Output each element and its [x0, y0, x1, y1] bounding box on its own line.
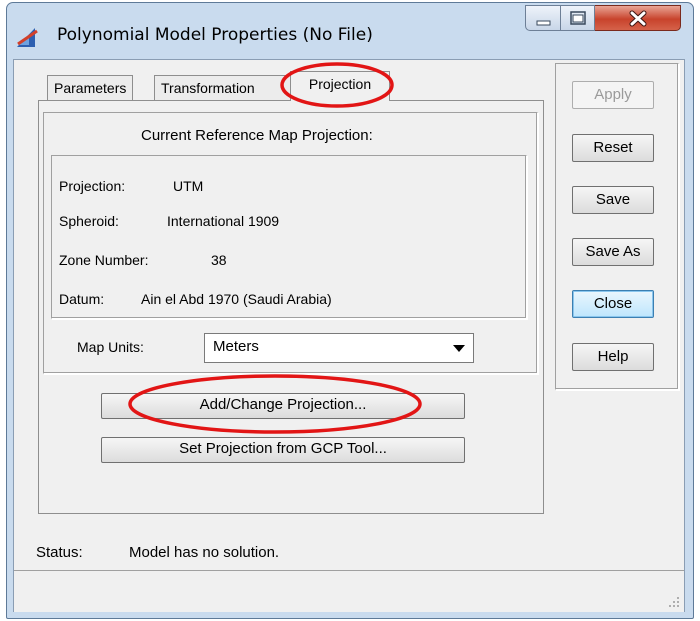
resize-grip-icon[interactable]	[668, 596, 680, 608]
projection-tab-panel: Current Reference Map Projection: Projec…	[38, 100, 544, 514]
zone-number-value: 38	[211, 252, 227, 268]
maximize-button[interactable]	[561, 5, 595, 31]
datum-value: Ain el Abd 1970 (Saudi Arabia)	[141, 291, 332, 307]
tab-parameters[interactable]: Parameters	[47, 75, 134, 101]
status-bar	[14, 570, 684, 612]
close-window-button[interactable]	[595, 5, 681, 31]
close-button[interactable]: Close	[572, 290, 654, 318]
projection-label: Projection:	[59, 178, 126, 194]
tab-transformation[interactable]: Transformation	[154, 75, 292, 101]
spheroid-label: Spheroid:	[59, 213, 119, 229]
set-projection-from-gcp-button[interactable]: Set Projection from GCP Tool...	[101, 437, 465, 463]
map-units-select[interactable]: Meters	[204, 333, 474, 363]
apply-button[interactable]: Apply	[572, 81, 654, 109]
maximize-icon	[570, 11, 586, 25]
tab-label: Transformation	[161, 80, 255, 96]
help-button[interactable]: Help	[572, 343, 654, 371]
save-button[interactable]: Save	[572, 186, 654, 214]
chevron-down-icon	[453, 345, 465, 352]
dialog-client-area: Parameters Transformation Projection Cur…	[13, 59, 685, 612]
minimize-icon	[536, 20, 551, 26]
minimize-button[interactable]	[525, 5, 561, 31]
reset-button[interactable]: Reset	[572, 134, 654, 162]
zone-number-label: Zone Number:	[59, 252, 149, 268]
map-units-value: Meters	[213, 338, 259, 355]
tab-label: Parameters	[54, 80, 127, 96]
add-change-projection-button[interactable]: Add/Change Projection...	[101, 393, 465, 419]
status-label: Status:	[36, 544, 83, 561]
tab-label: Projection	[308, 76, 372, 92]
projection-value: UTM	[173, 178, 204, 194]
status-text: Model has no solution.	[129, 544, 280, 561]
dialog-window: Polynomial Model Properties (No File) Pa…	[6, 2, 694, 619]
save-as-button[interactable]: Save As	[572, 238, 654, 266]
button-column-frame	[555, 63, 679, 390]
spheroid-value: International 1909	[167, 213, 280, 229]
polynomial-model-icon	[17, 28, 38, 47]
close-icon	[629, 10, 647, 27]
window-title: Polynomial Model Properties (No File)	[57, 25, 373, 45]
title-bar[interactable]: Polynomial Model Properties (No File)	[7, 3, 693, 61]
tab-projection[interactable]: Projection	[290, 71, 390, 101]
datum-label: Datum:	[59, 291, 105, 307]
projection-heading: Current Reference Map Projection:	[141, 127, 373, 144]
map-units-label: Map Units:	[77, 339, 144, 355]
